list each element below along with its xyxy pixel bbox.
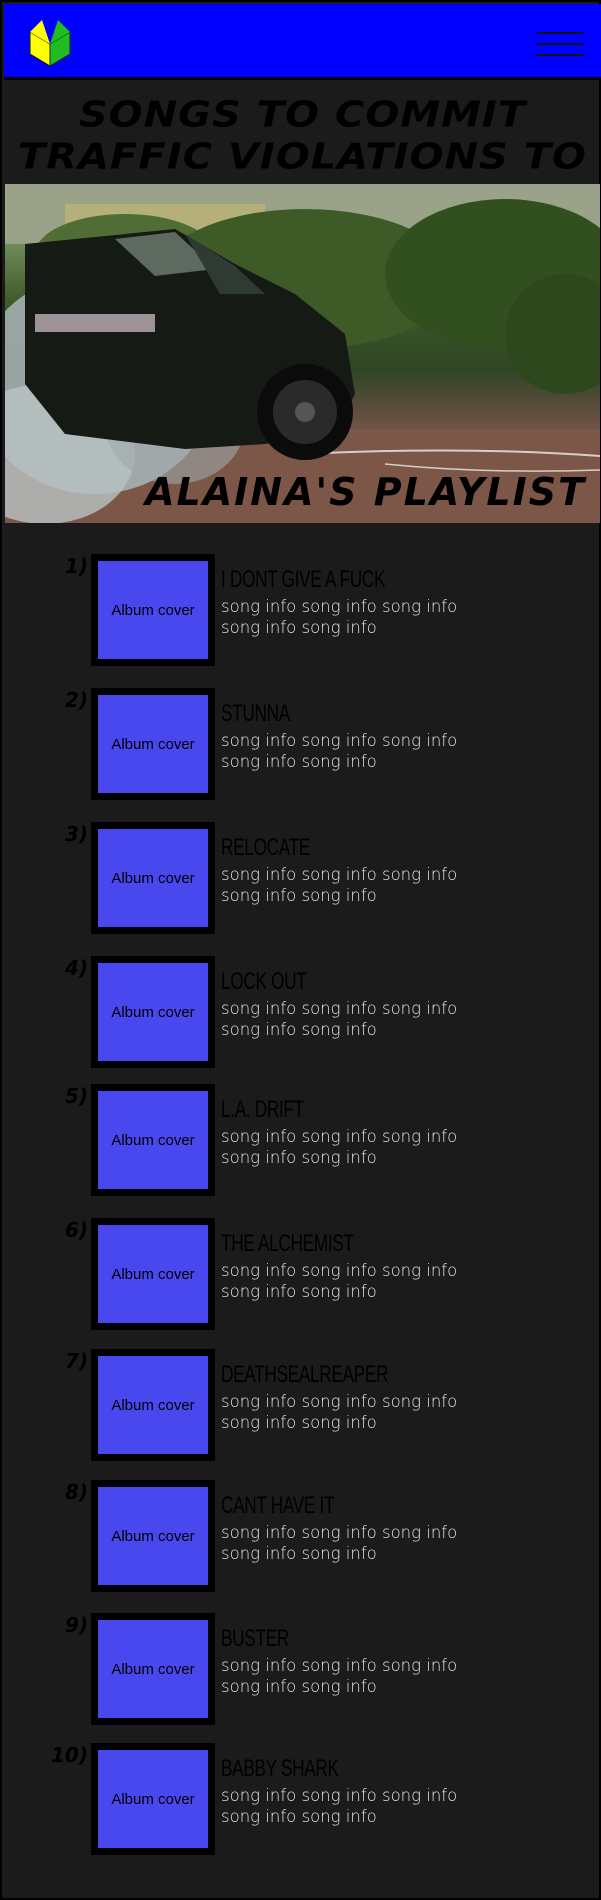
song-number: 10) [51,1743,88,1767]
song-info: song info song info song info song info … [221,1261,458,1301]
song-title: BABBY SHARK [221,1755,339,1782]
song-row[interactable]: 9) Album cover BUSTER song info song info s… [2,1613,601,1733]
hamburger-menu-icon[interactable] [537,30,583,58]
song-number: 6) [64,1218,88,1242]
song-row[interactable]: 4) Album cover LOCK OUT song info song info… [2,956,601,1076]
song-title: DEATHSEALREAPER [221,1361,389,1388]
song-info: song info song info song info song info … [221,1523,458,1563]
song-info: song info song info song info song info … [221,1786,458,1826]
album-cover-label: Album cover [111,1660,195,1678]
song-number: 9) [64,1613,88,1637]
song-info: song info song info song info song info … [221,1656,458,1696]
song-info: song info song info song info song info … [221,597,458,637]
album-cover-label: Album cover [111,601,195,619]
song-title: L.A. DRIFT [221,1096,304,1123]
song-row[interactable]: 6) Album cover THE ALCHEMIST song info song… [2,1218,601,1338]
shoshinsha-mark-icon[interactable] [28,18,72,68]
song-row[interactable]: 10) Album cover BABBY SHARK song info song … [2,1743,601,1863]
page-title-line-2: TRAFFIC VIOLATIONS TO [18,136,587,178]
song-title: LOCK OUT [221,968,307,995]
song-number: 5) [64,1084,88,1108]
album-cover[interactable]: Album cover [91,1613,215,1725]
album-cover[interactable]: Album cover [91,956,215,1068]
album-cover[interactable]: Album cover [91,688,215,800]
song-info: song info song info song info song info … [221,865,458,905]
song-info: song info song info song info song info … [221,999,458,1039]
song-number: 1) [64,554,88,578]
hero-image: ALAINA'S PLAYLIST [5,184,600,523]
song-title: BUSTER [221,1625,289,1652]
song-info: song info song info song info song info … [221,1392,458,1432]
album-cover-label: Album cover [111,869,195,887]
page-frame: SONGS TO COMMIT TRAFFIC VIOLATIONS TO AL… [0,0,601,1900]
page-title: SONGS TO COMMIT TRAFFIC VIOLATIONS TO [4,94,601,178]
song-number: 3) [64,822,88,846]
album-cover-label: Album cover [111,1396,195,1414]
playlist-label: ALAINA'S PLAYLIST [145,470,586,514]
song-title: STUNNA [221,700,290,727]
album-cover-label: Album cover [111,1003,195,1021]
album-cover[interactable]: Album cover [91,1349,215,1461]
song-title: CANT HAVE IT [221,1492,335,1519]
album-cover-label: Album cover [111,1790,195,1808]
album-cover[interactable]: Album cover [91,1480,215,1592]
song-number: 7) [64,1349,88,1373]
page-title-line-1: SONGS TO COMMIT [78,94,527,136]
song-number: 2) [64,688,88,712]
album-cover-label: Album cover [111,735,195,753]
song-info: song info song info song info song info … [221,731,458,771]
song-title: THE ALCHEMIST [221,1230,354,1257]
album-cover[interactable]: Album cover [91,822,215,934]
song-row[interactable]: 8) Album cover CANT HAVE IT song info song … [2,1480,601,1600]
song-title: I DONT GIVE A FUCK [221,566,386,593]
album-cover[interactable]: Album cover [91,1743,215,1855]
song-row[interactable]: 2) Album cover STUNNA song info song info s… [2,688,601,808]
song-number: 8) [64,1480,88,1504]
song-row[interactable]: 7) Album cover DEATHSEALREAPER song info so… [2,1349,601,1469]
album-cover[interactable]: Album cover [91,1084,215,1196]
album-cover-label: Album cover [111,1131,195,1149]
top-nav-bar [4,4,601,80]
album-cover-label: Album cover [111,1265,195,1283]
song-info: song info song info song info song info … [221,1127,458,1167]
song-number: 4) [64,956,88,980]
song-row[interactable]: 1) Album cover I DONT GIVE A FUCK song info… [2,554,601,674]
song-row[interactable]: 5) Album cover L.A. DRIFT song info song in… [2,1084,601,1204]
album-cover-label: Album cover [111,1527,195,1545]
song-row[interactable]: 3) Album cover RELOCATE song info song info… [2,822,601,942]
song-title: RELOCATE [221,834,310,861]
album-cover[interactable]: Album cover [91,554,215,666]
album-cover[interactable]: Album cover [91,1218,215,1330]
